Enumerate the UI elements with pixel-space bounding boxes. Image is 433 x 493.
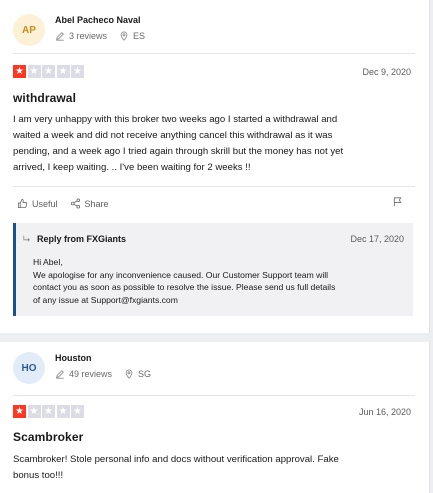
- review-count: 49 reviews: [69, 369, 113, 379]
- review-text-line: I am very unhappy with this broker two w…: [13, 114, 338, 125]
- star-icon: ★: [71, 65, 84, 78]
- divider: [13, 53, 415, 54]
- review-count: 3 reviews: [69, 31, 108, 41]
- company-reply: Reply from FXGiants Dec 17, 2020 Hi Abel…: [13, 223, 413, 316]
- review-actions: Useful Share: [17, 198, 121, 209]
- star-icon: ★: [42, 405, 55, 418]
- review-text-line: pending, and a week ago I tried again th…: [13, 146, 344, 157]
- review-text: Scambroker! Stole personal info and docs…: [13, 452, 411, 484]
- star-icon: ★: [13, 65, 26, 78]
- reviewer-header: AP Abel Pacheco Naval 3 reviews ES: [13, 14, 145, 46]
- reply-text-line: of any issue at Support@fxgiants.com: [33, 294, 178, 305]
- divider: [13, 186, 415, 187]
- review-card: HO Houston 49 reviews SG ★ ★ ★ ★ ★ Jun 1…: [0, 342, 430, 493]
- star-rating: ★ ★ ★ ★ ★: [13, 65, 86, 78]
- reply-arrow-icon: [23, 235, 30, 242]
- star-icon: ★: [42, 65, 55, 78]
- star-icon: ★: [56, 65, 70, 78]
- review-title[interactable]: Scambroker: [13, 430, 83, 444]
- star-icon: ★: [56, 405, 70, 418]
- flag-icon[interactable]: [392, 196, 403, 207]
- useful-label: Useful: [32, 198, 58, 209]
- review-text-line: Scambroker! Stole personal info and docs…: [13, 454, 339, 465]
- review-date: Jun 16, 2020: [358, 407, 411, 417]
- reply-date: Dec 17, 2020: [350, 234, 404, 244]
- pencil-icon: [56, 32, 64, 41]
- reviewer-country: ES: [133, 31, 146, 41]
- reply-text: Hi Abel, We apologise for any inconvenie…: [33, 256, 393, 306]
- review-date: Dec 9, 2020: [362, 67, 411, 77]
- reviewer-name[interactable]: Abel Pacheco Naval: [55, 15, 145, 25]
- star-icon: ★: [13, 405, 26, 418]
- pencil-icon: [56, 370, 64, 379]
- review-title[interactable]: withdrawal: [13, 91, 76, 105]
- location-pin-icon: [125, 369, 133, 379]
- reply-text-line: Hi Abel,: [33, 257, 63, 267]
- reply-text-line: We apologise for any inconvenience cause…: [33, 269, 329, 280]
- review-text-line: arrived, I keep waiting. .. I've been wa…: [13, 162, 251, 173]
- star-icon: ★: [71, 405, 84, 418]
- reply-text-line: contact you as soon as possible to resol…: [33, 282, 336, 292]
- avatar[interactable]: AP: [13, 14, 45, 46]
- share-icon: [70, 198, 80, 209]
- review-text: I am very unhappy with this broker two w…: [13, 112, 411, 176]
- share-button[interactable]: Share: [70, 198, 109, 209]
- thumbs-up-icon: [17, 198, 28, 209]
- star-icon: ★: [27, 405, 41, 418]
- review-text-line: waited a week and did not receive anythi…: [13, 130, 333, 141]
- review-card: AP Abel Pacheco Naval 3 reviews ES ★ ★ ★…: [0, 0, 430, 333]
- reply-heading: Reply from FXGiants: [37, 234, 127, 244]
- reviewer-header: HO Houston 49 reviews SG: [13, 352, 151, 384]
- useful-button[interactable]: Useful: [17, 198, 58, 209]
- star-icon: ★: [27, 65, 41, 78]
- share-label: Share: [84, 198, 109, 209]
- reviewer-country: SG: [138, 369, 152, 379]
- review-text-line: bonus too!!!: [13, 470, 64, 481]
- star-rating: ★ ★ ★ ★ ★: [13, 405, 86, 418]
- reviewer-name[interactable]: Houston: [55, 353, 151, 363]
- avatar[interactable]: HO: [13, 352, 45, 384]
- divider: [13, 395, 415, 396]
- location-pin-icon: [120, 31, 128, 41]
